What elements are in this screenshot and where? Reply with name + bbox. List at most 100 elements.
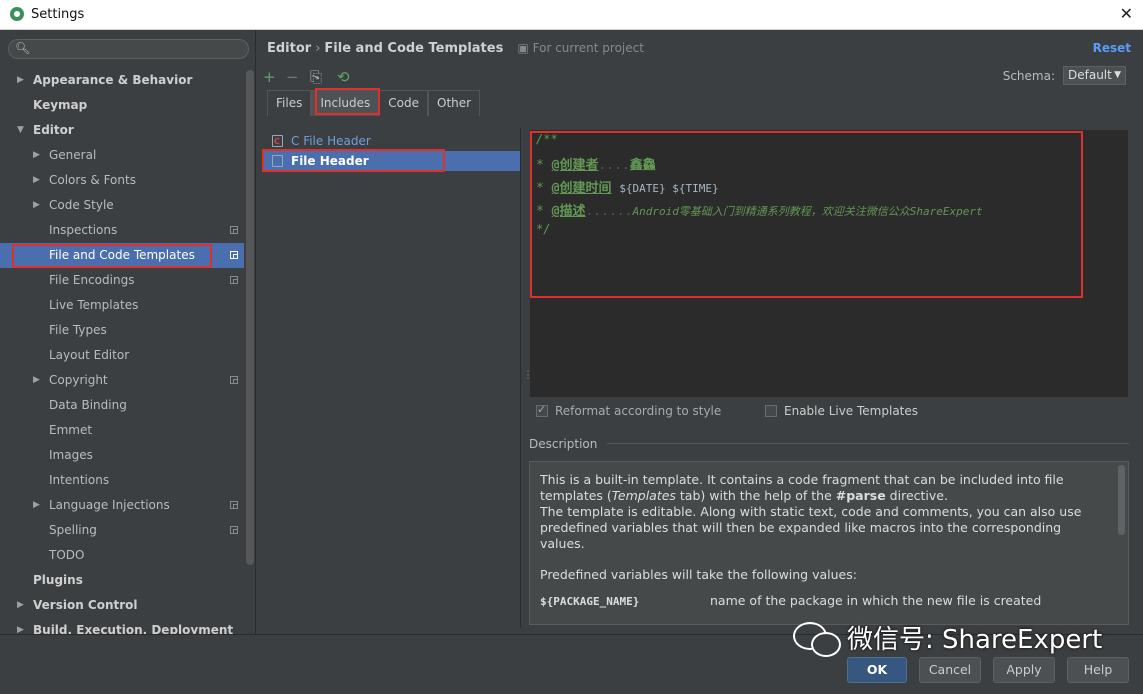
tab-includes[interactable]: Includes	[311, 90, 380, 116]
sidebar-item-label: Editor	[33, 123, 74, 137]
editor-line: */	[536, 222, 551, 236]
copy-icon[interactable]: ⎘	[310, 68, 322, 86]
live-templates-option[interactable]: Enable Live Templates	[765, 404, 918, 418]
remove-icon[interactable]: −	[286, 68, 299, 86]
description-title: Description	[529, 437, 598, 451]
sidebar-item-images[interactable]: Images	[0, 443, 244, 468]
chevron-down-icon: ▼	[1114, 70, 1121, 80]
sidebar-item-spelling[interactable]: Spelling	[0, 518, 244, 543]
sidebar-item-file-encodings[interactable]: File Encodings	[0, 268, 244, 293]
sidebar-item-copyright[interactable]: ▶ Copyright	[0, 368, 244, 393]
app-icon	[10, 7, 24, 21]
sidebar-item-build-execution-deployment[interactable]: ▶ Build, Execution, Deployment	[0, 618, 244, 634]
help-button[interactable]: Help	[1067, 657, 1129, 683]
project-scope-icon	[230, 251, 238, 259]
project-scope-icon	[230, 376, 238, 384]
template-item[interactable]: C File Header	[264, 131, 520, 152]
template-tabs: Files Includes Code Other	[267, 90, 481, 116]
project-scope-icon	[230, 501, 238, 509]
sidebar-item-keymap[interactable]: Keymap	[0, 93, 244, 118]
sidebar-item-label: Language Injections	[49, 498, 170, 512]
live-templates-label: Enable Live Templates	[784, 404, 919, 418]
editor-line: /**	[536, 132, 558, 146]
sidebar-item-file-and-code-templates[interactable]: File and Code Templates	[0, 243, 244, 268]
sidebar-item-appearance-behavior[interactable]: ▶ Appearance & Behavior	[0, 68, 244, 93]
variable-row: ${PACKAGE_NAME} name of the package in wh…	[540, 593, 1105, 610]
description-panel: This is a built-in template. It contains…	[529, 461, 1129, 625]
tab-other[interactable]: Other	[428, 90, 481, 116]
reset-link[interactable]: Reset	[1093, 41, 1131, 55]
sidebar-item-inspections[interactable]: Inspections	[0, 218, 244, 243]
sidebar-item-code-style[interactable]: ▶ Code Style	[0, 193, 244, 218]
sidebar-item-label: Emmet	[49, 423, 93, 437]
sidebar-item-label: Live Templates	[49, 298, 139, 312]
chevron-right-icon[interactable]: ▶	[17, 68, 24, 93]
sidebar-item-label: Data Binding	[49, 398, 127, 412]
project-scope-icon	[230, 526, 238, 534]
chevron-right-icon[interactable]: ▶	[33, 493, 40, 518]
schema-select[interactable]: Default ▼	[1063, 66, 1126, 85]
sidebar-item-label: Spelling	[49, 523, 97, 537]
search-input[interactable]: 🔍︎	[8, 39, 249, 59]
schema-label: Schema:	[1002, 69, 1055, 83]
sidebar-item-label: Copyright	[49, 373, 108, 387]
tab-files[interactable]: Files	[267, 90, 312, 116]
sidebar-item-plugins[interactable]: Plugins	[0, 568, 244, 593]
sidebar-item-general[interactable]: ▶ General	[0, 143, 244, 168]
sidebar-item-label: File Types	[49, 323, 107, 337]
template-label: C File Header	[291, 134, 371, 148]
breadcrumb-current: File and Code Templates	[324, 41, 504, 56]
description-paragraph: Predefined variables will take the follo…	[540, 567, 857, 582]
sidebar-item-data-binding[interactable]: Data Binding	[0, 393, 244, 418]
sidebar-item-colors-fonts[interactable]: ▶ Colors & Fonts	[0, 168, 244, 193]
add-icon[interactable]: +	[263, 68, 276, 86]
description-paragraph: This is a built-in template. It contains…	[540, 472, 1064, 503]
reset-to-default-icon[interactable]: ⟲	[337, 68, 350, 86]
close-icon[interactable]: ✕	[1120, 4, 1133, 23]
sidebar-scrollbar[interactable]	[246, 70, 254, 565]
cancel-button[interactable]: Cancel	[919, 657, 981, 683]
wechat-icon	[793, 620, 841, 657]
chevron-right-icon[interactable]: ▶	[33, 368, 40, 393]
sidebar-item-label: File Encodings	[49, 273, 135, 287]
ok-button[interactable]: OK	[847, 657, 907, 683]
tab-code[interactable]: Code	[379, 90, 429, 116]
sidebar-item-live-templates[interactable]: Live Templates	[0, 293, 244, 318]
watermark: 微信号: ShareExpert	[793, 619, 1103, 657]
window-title: Settings	[31, 7, 85, 22]
sidebar-item-todo[interactable]: TODO	[0, 543, 244, 568]
sidebar-item-label: General	[49, 148, 97, 162]
sidebar-item-emmet[interactable]: Emmet	[0, 418, 244, 443]
settings-sidebar: 🔍︎ ▶ Appearance & Behavior Keymap ▼ Editor ▶ G…	[0, 30, 256, 634]
settings-content: Editor › File and Code Templates ▣ For cur…	[257, 30, 1143, 634]
watermark-text: 微信号: ShareExpert	[847, 625, 1103, 655]
sidebar-item-label: Version Control	[33, 598, 138, 612]
sidebar-item-version-control[interactable]: ▶ Version Control	[0, 593, 244, 618]
template-editor[interactable]: /** * @创建者....鑫鱻 * @创建时间 ${DATE} ${TIME}…	[530, 130, 1128, 397]
breadcrumb-parent: Editor	[267, 41, 312, 56]
chevron-right-icon[interactable]: ▶	[33, 143, 40, 168]
sidebar-item-intentions[interactable]: Intentions	[0, 468, 244, 493]
sidebar-item-editor[interactable]: ▼ Editor	[0, 118, 244, 143]
reformat-option[interactable]: Reformat according to style	[536, 403, 722, 418]
sidebar-item-layout-editor[interactable]: Layout Editor	[0, 343, 244, 368]
sidebar-item-label: Build, Execution, Deployment	[33, 623, 234, 634]
chevron-right-icon[interactable]: ▶	[17, 618, 24, 634]
apply-button[interactable]: Apply	[993, 657, 1055, 683]
description-divider	[607, 443, 1129, 444]
template-item[interactable]: File Header	[264, 151, 520, 171]
sidebar-item-language-injections[interactable]: ▶ Language Injections	[0, 493, 244, 518]
live-templates-checkbox[interactable]	[765, 405, 777, 417]
reformat-checkbox[interactable]	[536, 403, 548, 417]
chevron-down-icon[interactable]: ▼	[17, 118, 24, 143]
sidebar-item-label: TODO	[49, 548, 85, 562]
chevron-right-icon[interactable]: ▶	[17, 593, 24, 618]
sidebar-item-label: Keymap	[33, 98, 88, 112]
chevron-right-icon[interactable]: ▶	[33, 168, 40, 193]
reformat-label: Reformat according to style	[555, 404, 722, 418]
title-bar: Settings ✕	[0, 0, 1143, 30]
chevron-right-icon[interactable]: ▶	[33, 193, 40, 218]
description-scrollbar[interactable]	[1118, 465, 1125, 535]
c-file-icon	[272, 132, 283, 152]
sidebar-item-file-types[interactable]: File Types	[0, 318, 244, 343]
